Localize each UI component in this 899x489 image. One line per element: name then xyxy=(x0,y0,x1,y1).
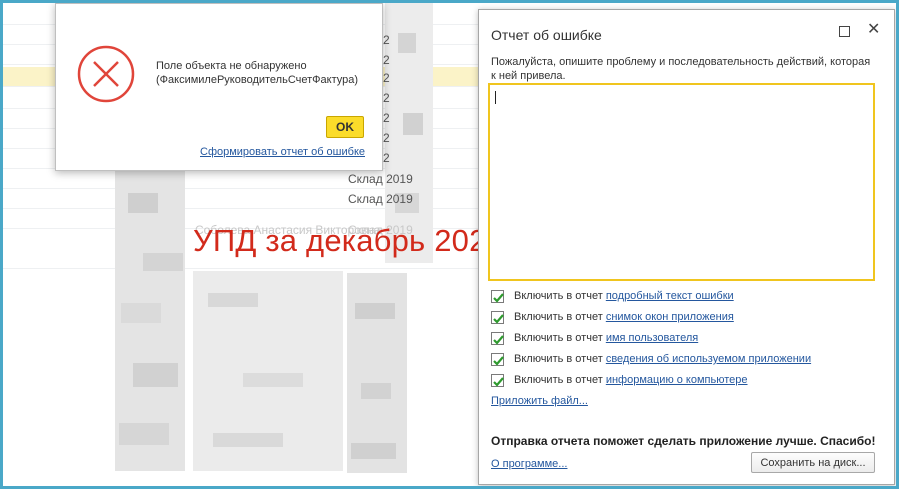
dialog-description: Пожалуйста, опишите проблему и последова… xyxy=(491,56,871,82)
checkbox[interactable] xyxy=(491,332,504,345)
row-digit: 2 xyxy=(383,33,390,47)
row-digit: 2 xyxy=(383,71,390,85)
include-label: Включить в отчет xyxy=(514,353,603,365)
checkbox[interactable] xyxy=(491,290,504,303)
thanks-text: Отправка отчета поможет сделать приложен… xyxy=(491,434,876,448)
row-warehouse: Склад 2019 xyxy=(348,172,413,186)
dialog-title: Отчет об ошибке xyxy=(491,27,602,43)
row-digit: 2 xyxy=(383,91,390,105)
blurred-cell xyxy=(128,193,158,213)
error-report-dialog: Отчет об ошибке ✕ Пожалуйста, опишите пр… xyxy=(478,9,895,485)
include-label: Включить в отчет xyxy=(514,290,603,302)
error-message-line2: (ФаксимилеРуководительСчетФактура) xyxy=(156,74,359,86)
create-report-link[interactable]: Сформировать отчет об ошибке xyxy=(200,146,365,158)
error-popup: Поле объекта не обнаружено (ФаксимилеРук… xyxy=(55,3,383,171)
error-icon xyxy=(77,45,135,103)
blurred-cell xyxy=(355,303,395,319)
error-message: Поле объекта не обнаружено (ФаксимилеРук… xyxy=(156,59,376,87)
username-link[interactable]: имя пользователя xyxy=(606,332,698,344)
save-to-disk-button[interactable]: Сохранить на диск... xyxy=(751,452,875,473)
attach-file-link[interactable]: Приложить файл... xyxy=(491,395,588,407)
include-label: Включить в отчет xyxy=(514,311,603,323)
row-digit: 2 xyxy=(383,53,390,67)
checkbox[interactable] xyxy=(491,311,504,324)
text-caret xyxy=(495,91,496,104)
checkmark-icon xyxy=(493,377,504,387)
checkmark-icon xyxy=(493,293,504,303)
checkmark-icon xyxy=(493,335,504,345)
problem-description-input[interactable] xyxy=(488,83,875,281)
window-snapshot-link[interactable]: снимок окон приложения xyxy=(606,311,734,323)
include-label: Включить в отчет xyxy=(514,332,603,344)
ok-button[interactable]: OK xyxy=(326,116,364,138)
screen-frame: 2 2 2 2 2 2 2 Склад 2019 Склад 2019 Собо… xyxy=(0,0,899,489)
maximize-icon[interactable] xyxy=(839,26,850,37)
checkbox[interactable] xyxy=(491,374,504,387)
blurred-cell xyxy=(243,373,303,387)
blurred-cell xyxy=(213,433,283,447)
row-digit: 2 xyxy=(383,151,390,165)
blurred-cell xyxy=(351,443,396,459)
app-info-link[interactable]: сведения об используемом приложении xyxy=(606,353,811,365)
blurred-cell xyxy=(121,303,161,323)
error-message-line1: Поле объекта не обнаружено xyxy=(156,60,307,72)
blurred-cell xyxy=(403,113,423,135)
checkmark-icon xyxy=(493,356,504,366)
checkmark-icon xyxy=(493,314,504,324)
blurred-cell xyxy=(133,363,178,387)
about-link[interactable]: О программе... xyxy=(491,458,567,470)
include-label: Включить в отчет xyxy=(514,374,603,386)
blurred-cell xyxy=(208,293,258,307)
blurred-cell xyxy=(143,253,183,271)
row-digit: 2 xyxy=(383,111,390,125)
blurred-cell xyxy=(398,33,416,53)
checkbox[interactable] xyxy=(491,353,504,366)
blurred-cell xyxy=(361,383,391,399)
close-icon[interactable]: ✕ xyxy=(867,22,880,38)
computer-info-link[interactable]: информацию о компьютере xyxy=(606,374,748,386)
blurred-cell xyxy=(119,423,169,445)
detailed-error-text-link[interactable]: подробный текст ошибки xyxy=(606,290,734,302)
row-warehouse: Склад 2019 xyxy=(348,192,413,206)
row-digit: 2 xyxy=(383,131,390,145)
